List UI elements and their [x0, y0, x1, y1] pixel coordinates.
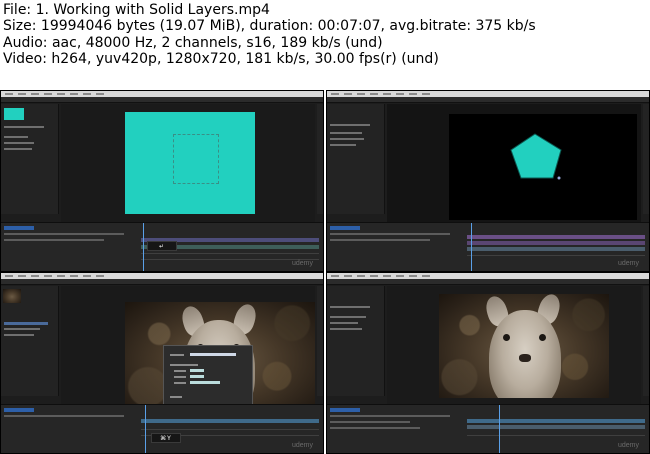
- timeline-panel[interactable]: [327, 222, 649, 271]
- thumbnail-1[interactable]: ↵ udemy: [0, 90, 324, 272]
- kangaroo-footage: [439, 294, 609, 398]
- timeline-panel[interactable]: ↵: [1, 222, 323, 271]
- playhead[interactable]: [143, 223, 144, 271]
- composition-viewer[interactable]: [61, 104, 315, 222]
- thumbnail-2[interactable]: udemy: [326, 90, 650, 272]
- playhead[interactable]: [145, 405, 146, 453]
- playhead[interactable]: [471, 223, 472, 271]
- composition-viewer[interactable]: [387, 104, 641, 222]
- keystroke-caption: ↵: [147, 241, 177, 251]
- toolbar: [1, 97, 323, 103]
- project-panel: [327, 286, 385, 396]
- title-safe-guide: [173, 134, 219, 184]
- udemy-watermark: udemy: [291, 260, 313, 267]
- file-name-line: File: 1. Working with Solid Layers.mp4: [3, 2, 270, 18]
- udemy-watermark: udemy: [617, 442, 639, 449]
- playhead[interactable]: [499, 405, 500, 453]
- file-size-line: Size: 19994046 bytes (19.07 MiB), durati…: [3, 18, 536, 35]
- composition-viewer[interactable]: [387, 286, 641, 404]
- footage-thumbnail: [3, 289, 21, 303]
- timeline-panel[interactable]: [327, 404, 649, 453]
- pixel-aspect-dropdown[interactable]: [190, 381, 220, 384]
- width-field[interactable]: [190, 369, 204, 372]
- keystroke-caption: ⌘Y: [151, 433, 181, 443]
- udemy-watermark: udemy: [291, 442, 313, 449]
- solid-preview-swatch: [4, 108, 24, 120]
- udemy-watermark: udemy: [617, 260, 639, 267]
- thumbnail-3[interactable]: ⌘Y udemy: [0, 272, 324, 454]
- project-panel: [327, 104, 385, 214]
- height-field[interactable]: [190, 375, 204, 378]
- video-info-line: Video: h264, yuv420p, 1280x720, 181 kb/s…: [3, 51, 439, 68]
- audio-info-line: Audio: aac, 48000 Hz, 2 channels, s16, 1…: [3, 34, 383, 51]
- timeline-panel[interactable]: ⌘Y: [1, 404, 323, 453]
- thumbnail-4[interactable]: udemy: [326, 272, 650, 454]
- file-info-header: File: 1. Working with Solid Layers.mp4 S…: [3, 2, 643, 68]
- project-panel: [1, 104, 59, 214]
- project-panel: [1, 286, 59, 396]
- solid-name-field[interactable]: [190, 353, 236, 356]
- pentagon-shape-layer[interactable]: [507, 132, 567, 180]
